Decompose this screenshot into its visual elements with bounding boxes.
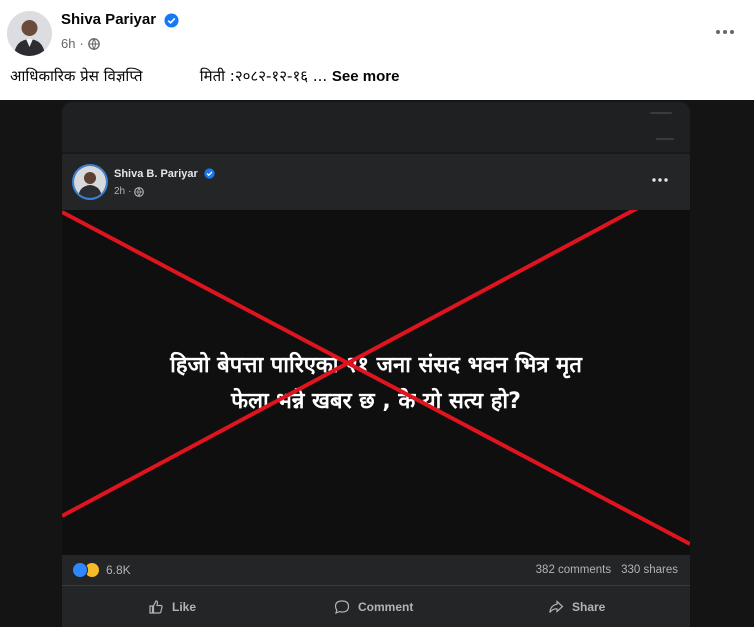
more-options-icon — [652, 178, 668, 182]
reaction-count: 6.8K — [106, 563, 131, 577]
cross-line — [62, 210, 639, 518]
post-time[interactable]: 6h — [61, 36, 75, 51]
share-label: Share — [572, 600, 606, 614]
share-count: 330 shares — [621, 564, 678, 576]
comment-count: 382 comments — [535, 564, 612, 576]
image-top-bar-mark — [650, 112, 672, 114]
post-header: Shiva Pariyar 6h · आधिकारिक प्रेस विज्ञप… — [0, 0, 754, 100]
image-top-bar — [62, 102, 690, 152]
image-stats-bar: 6.8K 382 comments 330 shares — [62, 555, 690, 585]
image-top-bar-mark — [656, 138, 674, 140]
image-action-bar: Like Comment Share — [62, 585, 690, 627]
post-media[interactable]: Shiva B. Pariyar 2h · हिजो बेपत्ता पारिए… — [0, 100, 754, 627]
post-text: आधिकारिक प्रेस विज्ञप्ति मिती :२०८२-१२-१… — [10, 66, 399, 86]
like-action: Like — [148, 599, 196, 615]
see-more-link[interactable]: See more — [332, 68, 400, 85]
share-action: Share — [548, 599, 605, 615]
globe-icon — [134, 186, 145, 197]
comment-icon — [334, 600, 350, 615]
comment-action: Comment — [334, 599, 413, 615]
meta-separator: · — [79, 36, 84, 51]
like-label: Like — [172, 600, 197, 614]
author-name[interactable]: Shiva Pariyar — [61, 11, 156, 28]
engagement-stats: 382 comments 330 shares — [536, 564, 678, 576]
verified-badge-icon — [204, 168, 215, 179]
image-author-avatar — [72, 164, 108, 200]
image-post-time: 2h — [114, 186, 126, 197]
image-author-name: Shiva B. Pariyar — [114, 168, 198, 180]
reactions-summary: 6.8K — [72, 562, 131, 578]
like-reaction-icon — [72, 562, 88, 578]
image-post-body: हिजो बेपत्ता पारिएका २१ जना संसद भवन भित… — [62, 210, 690, 555]
share-icon — [549, 600, 564, 613]
thumbs-up-icon — [149, 600, 163, 614]
post-meta: 6h · — [61, 36, 100, 51]
red-cross-mark — [62, 210, 690, 546]
image-meta-separator: · — [128, 186, 132, 197]
verified-badge-icon — [164, 13, 179, 28]
cross-line — [62, 210, 690, 546]
more-options-icon[interactable] — [712, 22, 738, 42]
screenshot-image: Shiva B. Pariyar 2h · हिजो बेपत्ता पारिए… — [62, 102, 690, 627]
image-post-meta: 2h · — [114, 186, 145, 197]
globe-icon — [87, 37, 100, 50]
author-avatar[interactable] — [7, 11, 52, 56]
image-post-header: Shiva B. Pariyar 2h · — [62, 154, 690, 210]
post-body-text: आधिकारिक प्रेस विज्ञप्ति मिती :२०८२-१२-१… — [10, 67, 328, 85]
comment-label: Comment — [358, 600, 414, 614]
